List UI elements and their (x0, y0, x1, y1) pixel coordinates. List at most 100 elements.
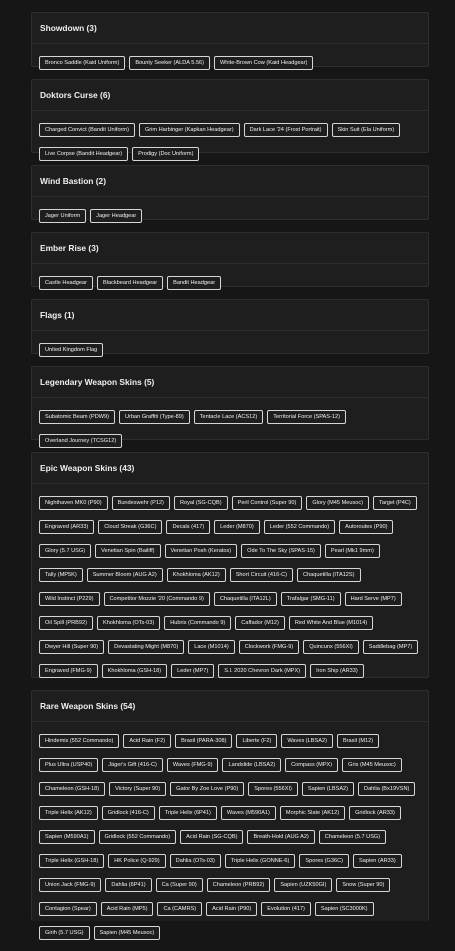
item-chip[interactable]: Gridlock (552 Commando) (98, 830, 177, 844)
item-chip[interactable]: Sapien (AR33) (353, 854, 402, 868)
item-chip[interactable]: Peril Control (Super 90) (231, 496, 303, 510)
item-chip[interactable]: Chaquetilla (ITA12L) (213, 592, 277, 606)
item-chip[interactable]: Chameleon (PRB92) (206, 878, 271, 892)
item-chip[interactable]: Triple Helix (AK12) (39, 806, 98, 820)
item-chip[interactable]: Triple Helix (GONNE-6) (224, 854, 296, 868)
item-chip[interactable]: Subatomic Beam (PDW9) (39, 410, 116, 424)
item-chip[interactable]: Khokhloma (OTs-03) (96, 616, 161, 630)
item-chip[interactable]: Glory (5.7 USG) (39, 544, 92, 558)
item-chip[interactable]: Waves (LBSA2) (281, 734, 333, 748)
item-chip[interactable]: Wild Instinct (P229) (39, 592, 100, 606)
item-chip[interactable]: Oil Spill (PRB92) (39, 616, 93, 630)
item-chip[interactable]: Cloud Streak (G36C) (98, 520, 163, 534)
item-chip[interactable]: Skin Suit (Ela Uniform) (331, 123, 401, 137)
item-chip[interactable]: United Kingdom Flag (39, 343, 104, 357)
item-chip[interactable]: Union Jack (FMG-9) (39, 878, 102, 892)
item-chip[interactable]: Bounty Seeker (ALDA 5.56) (129, 56, 211, 70)
item-chip[interactable]: Gridlock (AR33) (349, 806, 401, 820)
item-chip[interactable]: Royal (SG-CQB) (173, 496, 228, 510)
item-chip[interactable]: Khokhloma (GSH-18) (101, 664, 168, 678)
item-chip[interactable]: Spores (G36C) (299, 854, 349, 868)
item-chip[interactable]: Snow (Super 90) (336, 878, 391, 892)
item-chip[interactable]: Chameleon (5.7 USG) (318, 830, 387, 844)
item-chip[interactable]: Devastating Might (M870) (108, 640, 185, 654)
item-chip[interactable]: Breath-Hold (AUG A2) (247, 830, 315, 844)
item-chip[interactable]: Short Circuit (416-C) (229, 568, 293, 582)
item-chip[interactable]: Castle Headgear (39, 276, 93, 290)
item-chip[interactable]: Contagion (Spear) (39, 902, 97, 916)
item-chip[interactable]: Sapien (M590A1) (39, 830, 95, 844)
item-chip[interactable]: Acid Rain (SG-CQB) (180, 830, 244, 844)
item-chip[interactable]: Pearl (Mk1 9mm) (324, 544, 380, 558)
item-chip[interactable]: Girih (5.7 USG) (39, 926, 90, 940)
item-chip[interactable]: Autoroutes (P90) (339, 520, 394, 534)
item-chip[interactable]: Victory (Super 90) (109, 782, 167, 796)
item-chip[interactable]: Ca (CAMRS) (157, 902, 203, 916)
item-chip[interactable]: Grim Harbinger (Kapkan Headgear) (138, 123, 240, 137)
item-chip[interactable]: Engraved (AR33) (39, 520, 95, 534)
item-chip[interactable]: Plus Ultra (USP40) (39, 758, 99, 772)
item-chip[interactable]: Engraved (FMG-9) (39, 664, 98, 678)
item-chip[interactable]: Red White And Blue (M1014) (288, 616, 374, 630)
item-chip[interactable]: Chaquetilla (ITA12S) (297, 568, 361, 582)
item-chip[interactable]: Tentacle Lace (ACS12) (193, 410, 264, 424)
item-chip[interactable]: Territorial Force (SPAS-12) (267, 410, 346, 424)
item-chip[interactable]: Leder (MP7) (171, 664, 215, 678)
item-chip[interactable]: Sapien (SC3000K) (314, 902, 374, 916)
item-chip[interactable]: Jäger's Gift (416-C) (102, 758, 163, 772)
item-chip[interactable]: Sapien (M45 Meusoc) (93, 926, 161, 940)
item-chip[interactable]: Brasil (PARA-308) (175, 734, 233, 748)
item-chip[interactable]: White-Brown Cow (Kaid Headgear) (214, 56, 314, 70)
item-chip[interactable]: Hubris (Commando 9) (164, 616, 232, 630)
item-chip[interactable]: Competitor Mozzie '20 (Commando 9) (103, 592, 210, 606)
item-chip[interactable]: Waves (FMG-9) (166, 758, 219, 772)
item-chip[interactable]: Hard Serve (MP7) (344, 592, 402, 606)
item-chip[interactable]: Prodigy (Doc Uniform) (132, 147, 200, 161)
item-chip[interactable]: Leder (552 Commando) (263, 520, 336, 534)
item-chip[interactable]: Acid Rain (F2) (123, 734, 172, 748)
item-chip[interactable]: Venetian Spin (Bailiff) (95, 544, 161, 558)
item-chip[interactable]: Urban Graffiti (Type-89) (119, 410, 190, 424)
item-chip[interactable]: Triple Helix (GSH-18) (39, 854, 105, 868)
item-chip[interactable]: Jager Uniform (39, 209, 87, 223)
item-chip[interactable]: Tally (MP5K) (39, 568, 83, 582)
item-chip[interactable]: Sapien (LBSA2) (301, 782, 355, 796)
item-chip[interactable]: Glory (M45 Meusoc) (306, 496, 370, 510)
item-chip[interactable]: Dahlia (6P41) (105, 878, 152, 892)
item-chip[interactable]: Triple Helix (6P41) (158, 806, 217, 820)
item-chip[interactable]: Ca (Super 90) (155, 878, 203, 892)
item-chip[interactable]: Dahlia (Bx19VSN) (358, 782, 416, 796)
item-chip[interactable]: Charged Convict (Bandit Uniform) (39, 123, 135, 137)
item-chip[interactable]: Quincunx (556XI) (303, 640, 359, 654)
item-chip[interactable]: Hindemis (552 Commando) (39, 734, 120, 748)
item-chip[interactable]: Morphic Slate (AK12) (279, 806, 346, 820)
item-chip[interactable]: Gridlock (416-C) (101, 806, 155, 820)
item-chip[interactable]: Clockwork (FMG-9) (238, 640, 300, 654)
item-chip[interactable]: Khokhloma (AK12) (166, 568, 226, 582)
item-chip[interactable]: Decals (417) (166, 520, 211, 534)
item-chip[interactable]: Evolution (417) (261, 902, 311, 916)
item-chip[interactable]: Acid Rain (P90) (206, 902, 258, 916)
item-chip[interactable]: Dahlia (OTs-03) (169, 854, 221, 868)
item-chip[interactable]: S.I. 2020 Chevron Dark (MPX) (218, 664, 307, 678)
item-chip[interactable]: Liberte (F2) (236, 734, 278, 748)
item-chip[interactable]: Leder (M870) (214, 520, 260, 534)
item-chip[interactable]: Dwyer Hill (Super 90) (39, 640, 105, 654)
item-chip[interactable]: Iron Ship (AR33) (310, 664, 364, 678)
item-chip[interactable]: Live Corpse (Bandit Headgear) (39, 147, 129, 161)
item-chip[interactable]: Gator By Zoe Love (P90) (170, 782, 245, 796)
item-chip[interactable]: Jager Headgear (90, 209, 143, 223)
item-chip[interactable]: Brasil (M12) (336, 734, 380, 748)
item-chip[interactable]: Spores (556XI) (248, 782, 298, 796)
item-chip[interactable]: Chameleon (GSH-18) (39, 782, 106, 796)
item-chip[interactable]: Bronco Saddle (Kaid Uniform) (39, 56, 126, 70)
item-chip[interactable]: Nighthaven MK0 (P90) (39, 496, 108, 510)
item-chip[interactable]: Caffador (M12) (235, 616, 285, 630)
item-chip[interactable]: Acid Rain (MP5) (100, 902, 154, 916)
item-chip[interactable]: Bundeswehr (P12) (111, 496, 170, 510)
item-chip[interactable]: Blackbeard Headgear (96, 276, 164, 290)
item-chip[interactable]: Bandit Headgear (167, 276, 222, 290)
item-chip[interactable]: Lace (M1014) (188, 640, 235, 654)
item-chip[interactable]: Compass (MPX) (285, 758, 339, 772)
item-chip[interactable]: Dark Lace '24 (Frost Portrait) (243, 123, 328, 137)
